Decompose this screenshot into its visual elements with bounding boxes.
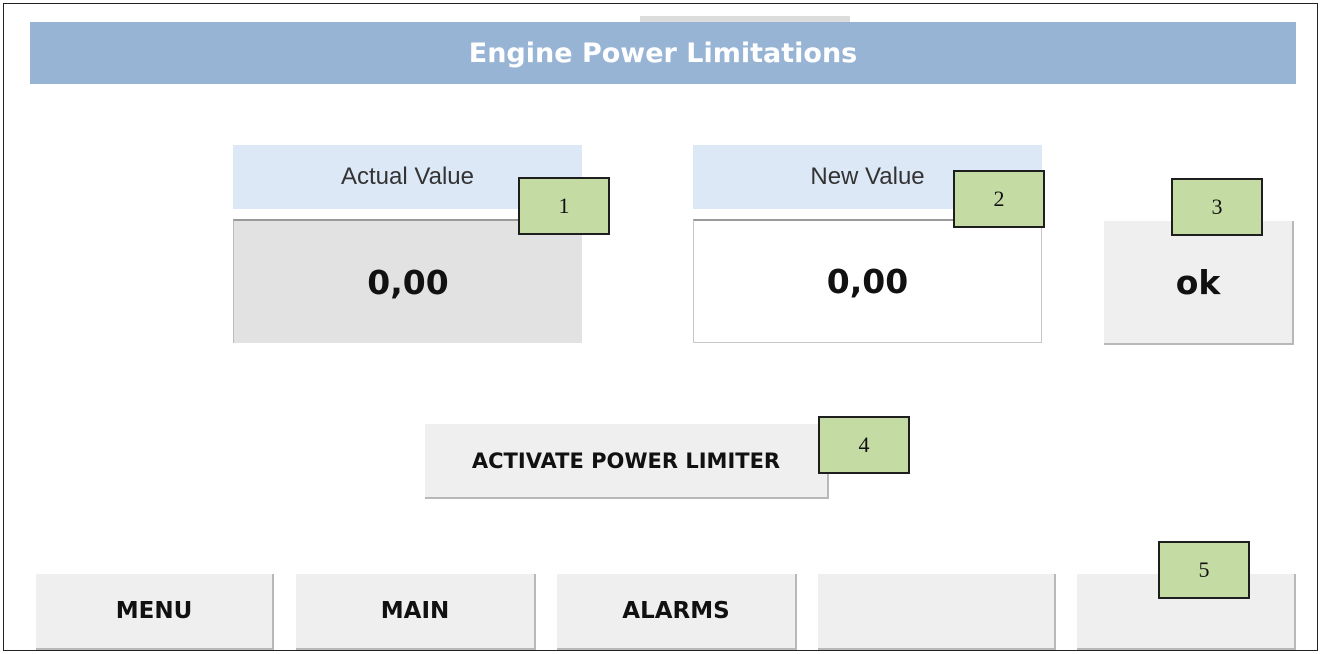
activate-power-limiter-button[interactable]: ACTIVATE POWER LIMITER — [425, 424, 829, 499]
nav-slot-4-button[interactable] — [818, 574, 1056, 650]
callout-5: 5 — [1158, 541, 1250, 599]
page-title: Engine Power Limitations — [30, 22, 1296, 84]
alarms-button[interactable]: ALARMS — [557, 574, 797, 650]
callout-4: 4 — [818, 416, 910, 474]
callout-2: 2 — [953, 170, 1045, 228]
ok-button[interactable]: ok — [1104, 221, 1294, 345]
actual-value-display: 0,00 — [233, 219, 582, 343]
main-button[interactable]: MAIN — [296, 574, 536, 650]
callout-3: 3 — [1171, 178, 1263, 236]
menu-button[interactable]: MENU — [36, 574, 274, 650]
callout-1: 1 — [518, 177, 610, 235]
new-value-input[interactable]: 0,00 — [693, 219, 1042, 343]
